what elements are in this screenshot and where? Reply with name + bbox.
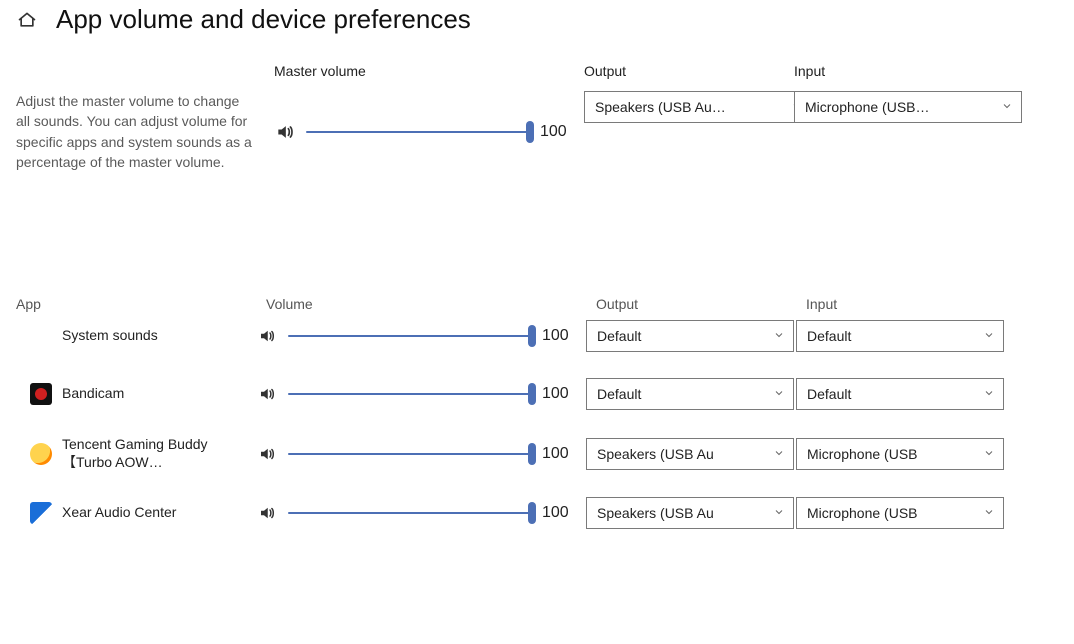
tencent-icon	[30, 443, 52, 465]
chevron-down-icon	[773, 328, 785, 344]
master-output-value: Speakers (USB Au…	[595, 99, 726, 115]
output-label: Output	[584, 63, 784, 79]
chevron-down-icon	[773, 386, 785, 402]
master-volume-label: Master volume	[274, 63, 574, 79]
app-output-value: Default	[597, 328, 641, 344]
app-volume-slider[interactable]	[288, 503, 532, 523]
speaker-icon[interactable]	[256, 383, 278, 405]
chevron-down-icon	[983, 386, 995, 402]
master-input-select[interactable]: Microphone (USB…	[794, 91, 1022, 123]
chevron-down-icon	[983, 328, 995, 344]
app-output-select[interactable]: Speakers (USB Au	[586, 497, 794, 529]
app-input-select[interactable]: Default	[796, 320, 1004, 352]
home-icon[interactable]	[16, 9, 38, 31]
master-input-value: Microphone (USB…	[805, 99, 930, 115]
master-volume-slider[interactable]	[306, 122, 530, 142]
app-row: Xear Audio Center 100 Speakers (USB Au Micr…	[16, 497, 996, 529]
speaker-icon[interactable]	[256, 502, 278, 524]
app-volume-value: 100	[542, 385, 576, 403]
col-app-label: App	[16, 296, 216, 312]
app-input-value: Default	[807, 386, 851, 402]
col-output-label: Output	[586, 296, 786, 312]
app-output-select[interactable]: Default	[586, 378, 794, 410]
app-input-select[interactable]: Microphone (USB	[796, 497, 1004, 529]
app-row: Tencent Gaming Buddy【Turbo AOW… 100 Speake…	[16, 436, 996, 471]
page-title: App volume and device preferences	[56, 4, 471, 35]
col-input-label: Input	[796, 296, 996, 312]
app-row: System sounds 100 Default Default	[16, 320, 996, 352]
app-input-value: Default	[807, 328, 851, 344]
speaker-icon[interactable]	[256, 443, 278, 465]
master-volume-value: 100	[540, 123, 574, 141]
app-volume-slider[interactable]	[288, 326, 532, 346]
chevron-down-icon	[983, 505, 995, 521]
app-input-value: Microphone (USB	[807, 446, 918, 462]
app-output-value: Default	[597, 386, 641, 402]
app-volume-value: 100	[542, 504, 576, 522]
master-volume-description: Adjust the master volume to change all s…	[16, 91, 254, 172]
chevron-down-icon	[983, 446, 995, 462]
app-volume-value: 100	[542, 327, 576, 345]
app-output-value: Speakers (USB Au	[597, 505, 714, 521]
xear-icon	[30, 502, 52, 524]
bandicam-icon	[30, 383, 52, 405]
app-name: Tencent Gaming Buddy【Turbo AOW…	[62, 436, 222, 471]
app-output-select[interactable]: Speakers (USB Au	[586, 438, 794, 470]
app-volume-slider[interactable]	[288, 444, 532, 464]
chevron-down-icon	[1001, 99, 1013, 115]
master-output-select[interactable]: Speakers (USB Au…	[584, 91, 812, 123]
app-output-select[interactable]: Default	[586, 320, 794, 352]
chevron-down-icon	[773, 505, 785, 521]
app-output-value: Speakers (USB Au	[597, 446, 714, 462]
speaker-icon[interactable]	[274, 121, 296, 143]
app-row: Bandicam 100 Default Default	[16, 378, 996, 410]
col-volume-label: Volume	[226, 296, 576, 312]
app-name: Bandicam	[62, 385, 124, 403]
app-input-select[interactable]: Microphone (USB	[796, 438, 1004, 470]
app-name: System sounds	[62, 327, 158, 345]
input-label: Input	[794, 63, 994, 79]
speaker-icon[interactable]	[256, 325, 278, 347]
chevron-down-icon	[773, 446, 785, 462]
app-input-value: Microphone (USB	[807, 505, 918, 521]
app-name: Xear Audio Center	[62, 504, 176, 522]
app-input-select[interactable]: Default	[796, 378, 1004, 410]
app-volume-slider[interactable]	[288, 384, 532, 404]
system-sounds-icon	[30, 325, 52, 347]
app-volume-value: 100	[542, 445, 576, 463]
